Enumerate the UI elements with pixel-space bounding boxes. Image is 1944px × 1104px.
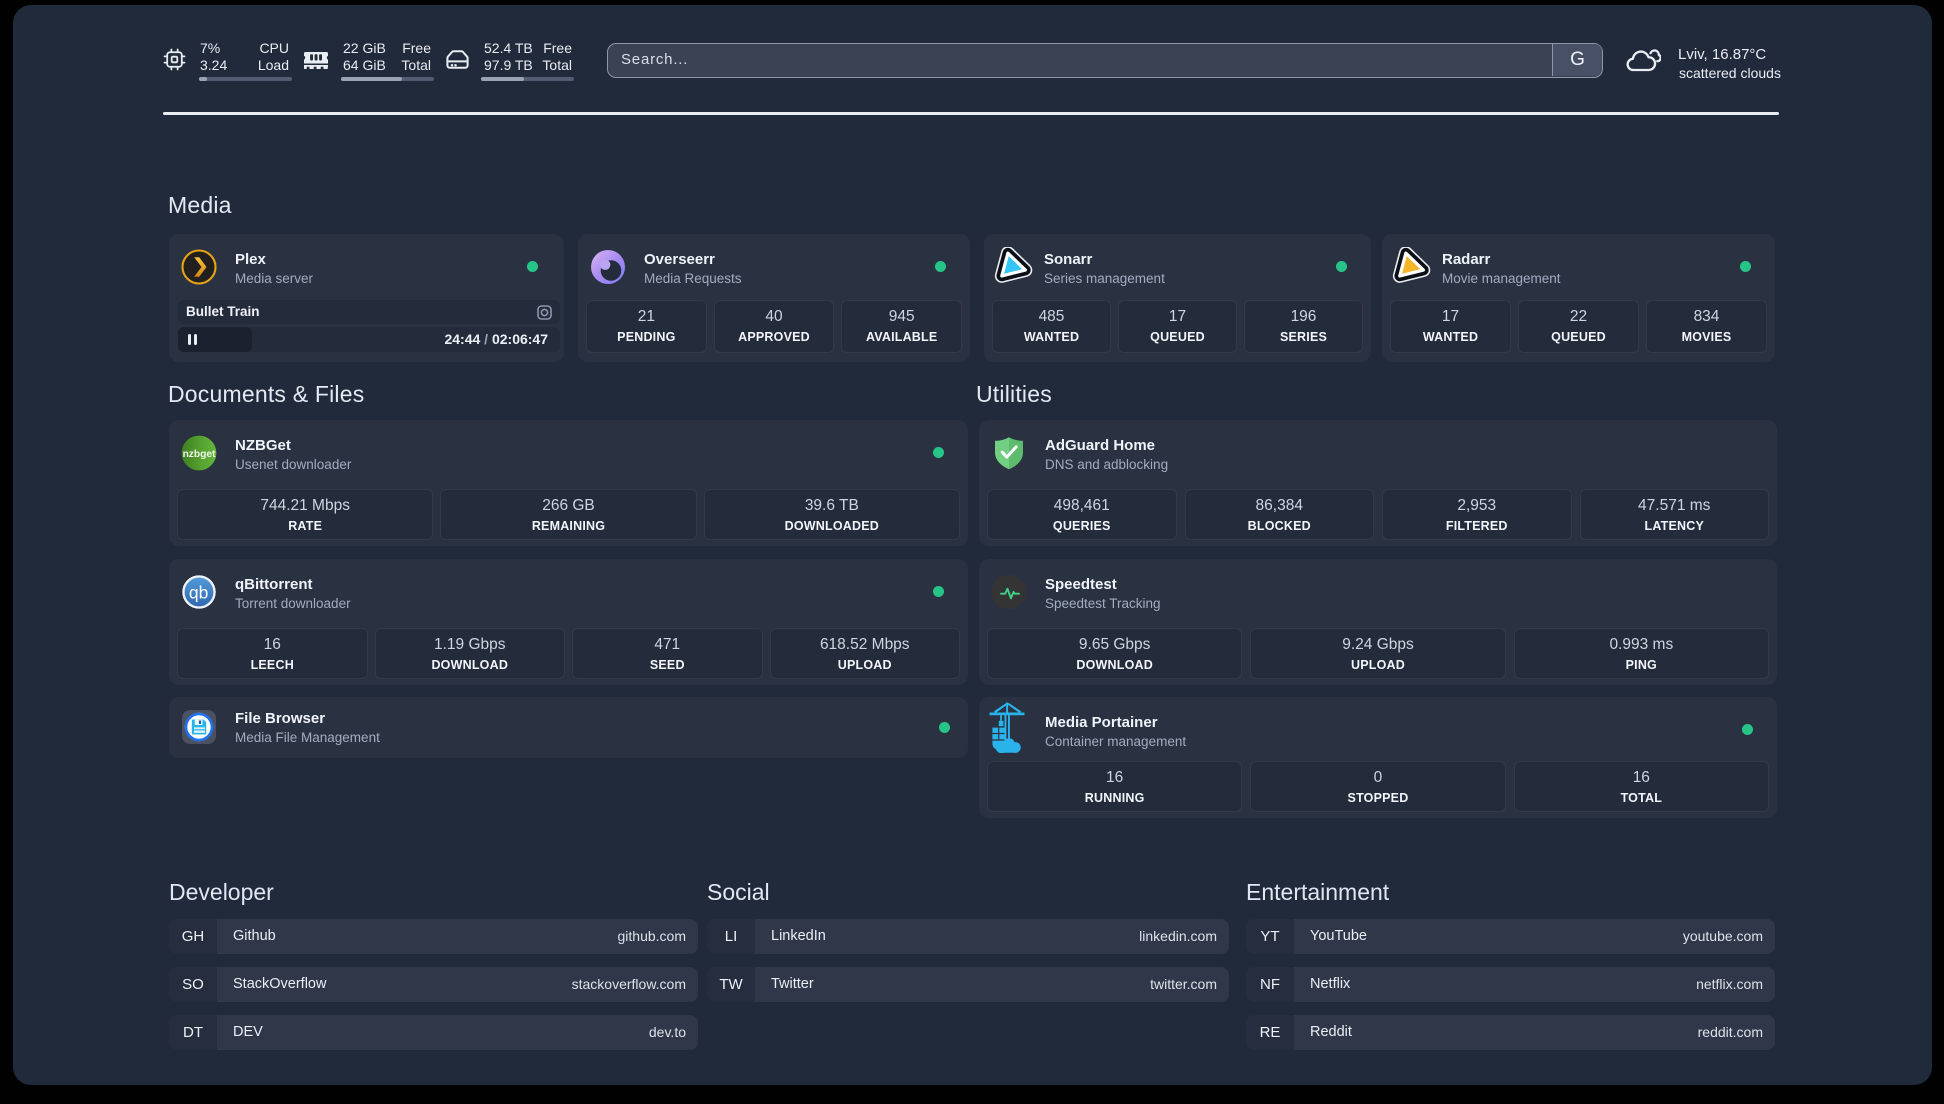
svg-text:qb: qb bbox=[189, 582, 208, 602]
svg-text:nzbget: nzbget bbox=[183, 449, 216, 460]
